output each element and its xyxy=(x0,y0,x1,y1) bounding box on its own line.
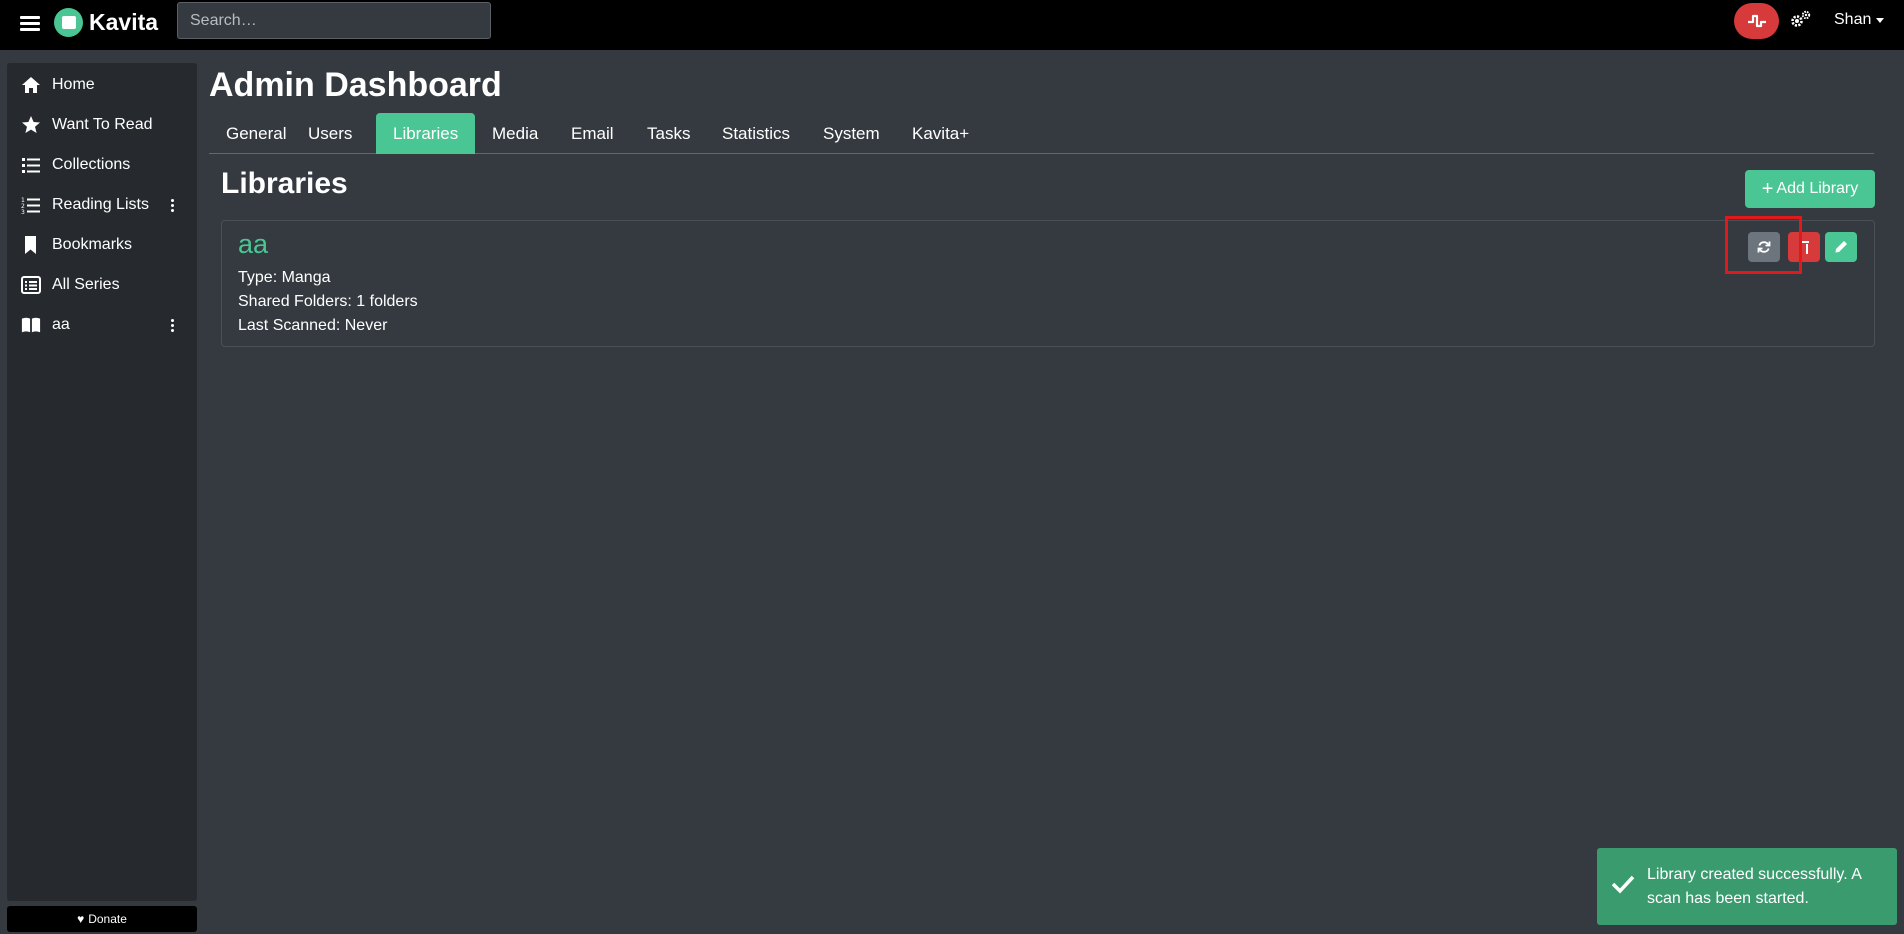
chevron-down-icon xyxy=(1876,17,1885,23)
tab-kavita-plus[interactable]: Kavita+ xyxy=(895,113,986,154)
trash-icon xyxy=(1799,241,1809,254)
tab-media[interactable]: Media xyxy=(475,113,555,154)
add-library-label: Add Library xyxy=(1776,180,1859,197)
heart-icon: ♥ xyxy=(77,912,85,926)
sidebar-item-want-to-read[interactable]: Want To Read xyxy=(7,108,197,142)
tab-users[interactable]: Users xyxy=(291,113,369,154)
hamburger-menu-icon[interactable] xyxy=(20,13,40,33)
tab-tasks[interactable]: Tasks xyxy=(630,113,707,154)
sidebar: Home Want To Read Collections 123 Readin… xyxy=(7,63,197,901)
sidebar-item-home[interactable]: Home xyxy=(7,68,197,102)
search-input[interactable] xyxy=(177,2,491,39)
app-name: Kavita xyxy=(89,9,159,35)
settings-gear-icon[interactable] xyxy=(1790,10,1812,32)
user-name: Shan xyxy=(1834,11,1872,28)
tab-email[interactable]: Email xyxy=(554,113,631,154)
app-logo[interactable]: Kavita xyxy=(54,8,158,37)
sidebar-item-bookmarks[interactable]: Bookmarks xyxy=(7,228,197,262)
admin-tabs: General Users Libraries Media Email Task… xyxy=(209,113,1874,154)
top-navbar: Kavita Shan xyxy=(0,0,1904,50)
donate-button[interactable]: ♥ Donate xyxy=(7,906,197,932)
activity-button[interactable] xyxy=(1734,3,1779,39)
star-icon xyxy=(21,116,41,134)
kavita-logo-icon xyxy=(54,8,83,37)
more-options-icon[interactable] xyxy=(167,196,177,214)
sync-icon xyxy=(1757,241,1771,253)
library-name-link[interactable]: aa xyxy=(238,229,268,260)
tab-statistics[interactable]: Statistics xyxy=(705,113,807,154)
home-icon xyxy=(21,76,41,94)
book-open-icon xyxy=(21,316,41,334)
edit-library-button[interactable] xyxy=(1825,232,1857,262)
list-alt-icon xyxy=(21,276,41,294)
sidebar-item-collections[interactable]: Collections xyxy=(7,148,197,182)
library-shared-folders: Shared Folders: 1 folders xyxy=(238,293,418,310)
toast-message: Library created successfully. A scan has… xyxy=(1647,866,1862,907)
user-menu-dropdown[interactable]: Shan xyxy=(1834,11,1885,29)
scan-library-button[interactable] xyxy=(1748,232,1780,262)
ordered-list-icon: 123 xyxy=(21,196,41,214)
library-type: Type: Manga xyxy=(238,269,331,286)
library-last-scanned: Last Scanned: Never xyxy=(238,317,388,334)
more-options-icon[interactable] xyxy=(167,316,177,334)
tab-general[interactable]: General xyxy=(209,113,303,154)
sidebar-item-library-aa[interactable]: aa xyxy=(7,308,197,342)
check-icon xyxy=(1611,875,1635,894)
plus-icon: + xyxy=(1761,178,1774,200)
library-card: aa Type: Manga Shared Folders: 1 folders… xyxy=(221,220,1875,347)
sidebar-item-reading-lists[interactable]: 123 Reading Lists xyxy=(7,188,197,222)
sidebar-item-label: All Series xyxy=(52,276,120,293)
svg-text:3: 3 xyxy=(21,209,25,214)
sidebar-item-all-series[interactable]: All Series xyxy=(7,268,197,302)
tab-system[interactable]: System xyxy=(806,113,897,154)
pencil-icon xyxy=(1835,241,1847,253)
sidebar-item-label: Collections xyxy=(52,156,131,173)
sidebar-item-label: Bookmarks xyxy=(52,236,133,253)
delete-library-button[interactable] xyxy=(1788,232,1820,262)
tab-libraries[interactable]: Libraries xyxy=(376,113,476,154)
sidebar-item-label: aa xyxy=(52,316,70,333)
sidebar-item-label: Want To Read xyxy=(52,116,153,133)
pulse-icon xyxy=(1747,14,1766,28)
sidebar-item-label: Home xyxy=(52,76,95,93)
bookmark-icon xyxy=(21,236,41,254)
list-icon xyxy=(21,156,41,174)
sidebar-item-label: Reading Lists xyxy=(52,196,149,213)
toast-notification[interactable]: Library created successfully. A scan has… xyxy=(1597,848,1897,925)
page-title: Admin Dashboard xyxy=(209,66,502,104)
donate-label: Donate xyxy=(88,912,127,926)
section-title: Libraries xyxy=(221,167,348,200)
add-library-button[interactable]: + Add Library xyxy=(1745,170,1875,208)
